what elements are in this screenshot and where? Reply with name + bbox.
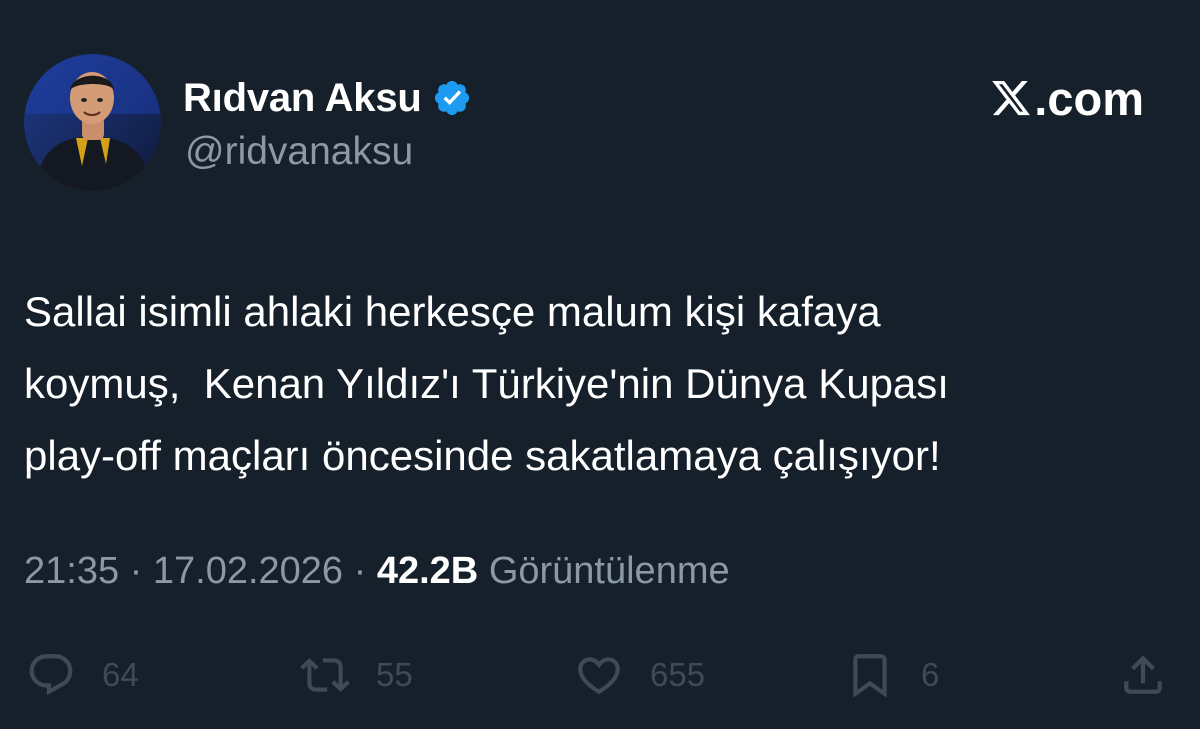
display-name[interactable]: Rıdvan Aksu: [183, 76, 422, 121]
bookmark-icon: [853, 654, 887, 698]
meta-separator: ·: [119, 550, 153, 592]
reply-count: 64: [102, 656, 139, 693]
heart-icon: [578, 657, 620, 695]
views-count[interactable]: 42.2B: [377, 550, 478, 592]
like-button[interactable]: 655: [574, 645, 705, 705]
avatar[interactable]: [24, 54, 161, 191]
like-count: 655: [650, 656, 706, 693]
share-button[interactable]: [1118, 645, 1168, 705]
tweet-date[interactable]: 17.02.2026: [153, 550, 343, 592]
tweet-meta: 21:35 · 17.02.2026 · 42.2B Görüntülenme: [24, 550, 730, 593]
reply-button[interactable]: 64: [26, 645, 139, 705]
share-icon: [1124, 655, 1162, 694]
user-handle[interactable]: @ridvanaksu: [185, 130, 413, 174]
tweet-text: Sallai isimli ahlaki herkesçe malum kişi…: [24, 288, 949, 479]
user-name-row[interactable]: Rıdvan Aksu: [183, 70, 472, 126]
profile-photo: [24, 54, 161, 191]
brand-domain-text: .com: [1034, 71, 1144, 125]
retweet-button[interactable]: 55: [300, 645, 413, 705]
brand-watermark: .com: [990, 71, 1144, 125]
x-logo-icon: [992, 80, 1031, 116]
verified-badge-icon: [432, 78, 472, 118]
retweet-icon: [300, 658, 350, 692]
action-bar: 64 55 655 6: [0, 645, 1200, 705]
views-label: Görüntülenme: [488, 550, 730, 592]
tweet-time[interactable]: 21:35: [24, 550, 119, 592]
meta-separator: ·: [343, 550, 377, 592]
reply-icon: [29, 654, 73, 696]
bookmark-count: 6: [921, 656, 940, 693]
bookmark-button[interactable]: 6: [845, 645, 939, 705]
retweet-count: 55: [376, 656, 413, 693]
